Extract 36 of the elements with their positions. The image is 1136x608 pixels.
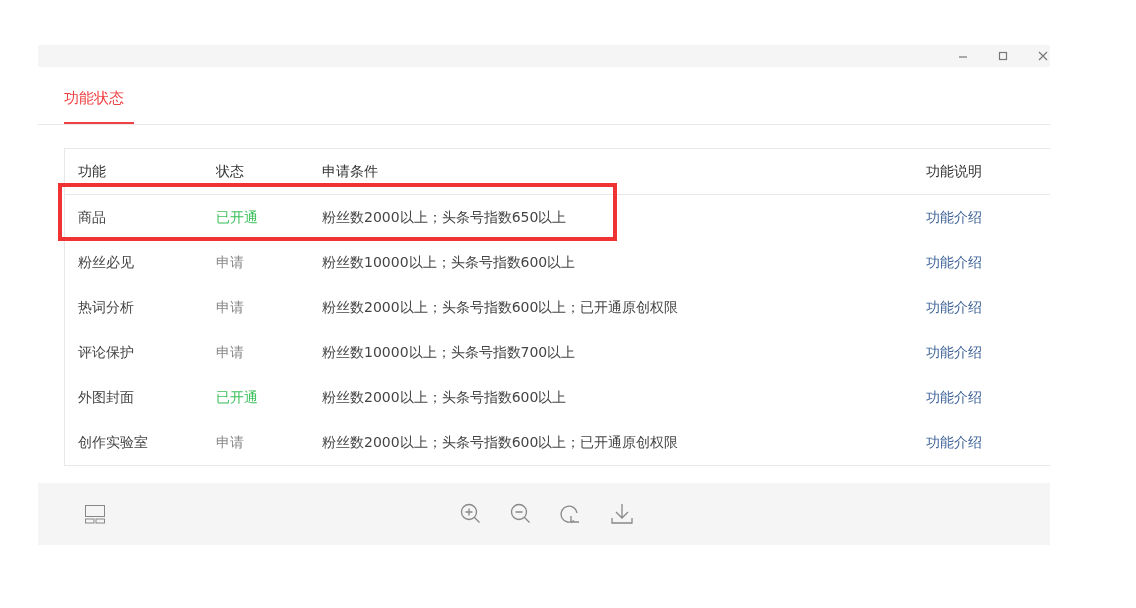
column-header: 申请条件 [322,162,379,181]
zoom-out-icon[interactable] [510,503,532,525]
column-header: 功能说明 [926,162,982,181]
feature-intro-link[interactable]: 功能介绍 [926,208,982,227]
apply-link[interactable]: 申请 [216,343,322,362]
column-header: 状态 [216,162,245,181]
table-cell-text: 评论保护 [77,343,135,362]
apply-link[interactable]: 申请 [216,433,322,452]
table-cell-text: 创作实验室 [77,433,149,452]
status-text: 已开通 [216,388,259,407]
table-cell-text: 外图封面 [77,388,135,407]
table-cell-text: 粉丝数2000以上；头条号指数650以上 [322,208,568,227]
tab[interactable]: 功能状态 [64,89,134,124]
feature-intro-link[interactable]: 功能介绍 [926,388,982,407]
layout-icon[interactable] [84,504,106,524]
feature-intro-link[interactable]: 功能介绍 [926,433,982,452]
table-cell-text: 粉丝数10000以上；头条号指数600以上 [322,253,577,272]
download-icon[interactable] [610,503,634,525]
feature-intro-link[interactable]: 功能介绍 [926,298,982,317]
rotate-icon[interactable] [560,503,582,525]
table-cell-text: 粉丝数2000以上；头条号指数600以上 [322,388,568,407]
table-cell-text: 商品 [77,208,107,227]
apply-link[interactable]: 申请 [216,253,322,272]
table-cell-text: 粉丝数2000以上；头条号指数600以上；已开通原创权限 [322,433,680,452]
maximize-icon[interactable] [998,51,1008,61]
apply-link[interactable]: 申请 [216,298,322,317]
close-icon[interactable] [1038,51,1048,61]
zoom-in-icon[interactable] [460,503,482,525]
feature-intro-link[interactable]: 功能介绍 [926,343,982,362]
feature-intro-link[interactable]: 功能介绍 [926,253,982,272]
table-cell-text: 粉丝数10000以上；头条号指数700以上 [322,343,577,362]
table-cell-text: 粉丝必见 [77,253,135,272]
table-cell-text: 热词分析 [77,298,135,317]
column-header: 功能 [77,162,107,181]
status-text: 已开通 [216,208,259,227]
table-cell-text: 粉丝数2000以上；头条号指数600以上；已开通原创权限 [322,298,680,317]
